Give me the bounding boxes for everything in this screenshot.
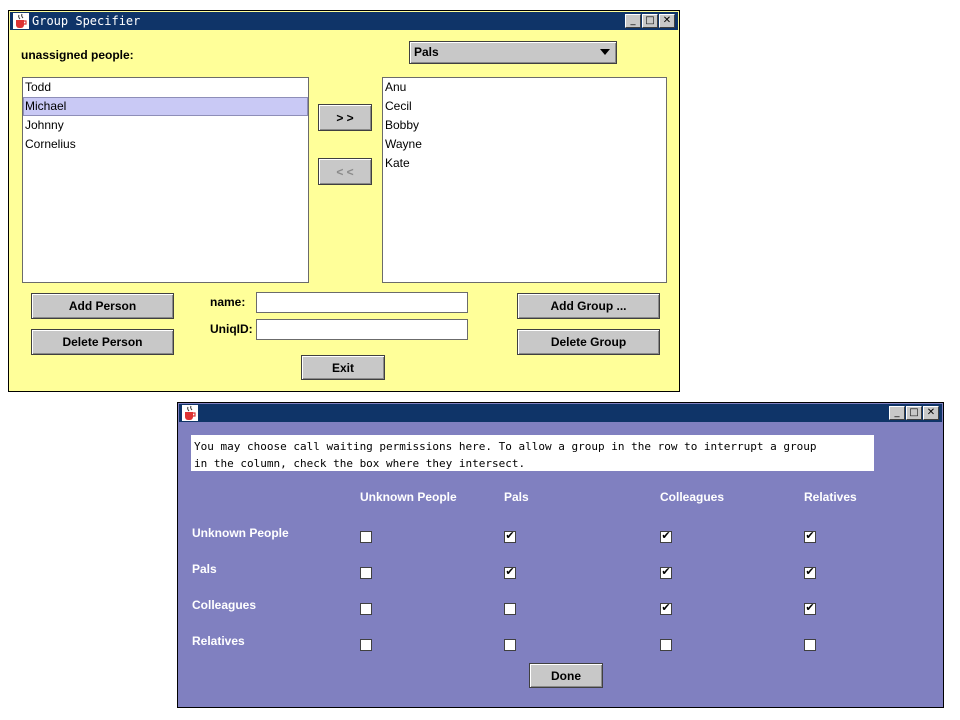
checkmark-icon: ✔ [661, 601, 671, 614]
permission-checkbox[interactable] [504, 603, 516, 615]
name-label: name: [210, 295, 246, 309]
window-title: Group Specifier [32, 14, 141, 28]
minimize-button[interactable]: _ [889, 406, 905, 420]
group-select[interactable]: Pals [409, 41, 617, 64]
unassigned-people-list[interactable]: Todd Michael Johnny Cornelius [22, 77, 309, 283]
permission-checkbox[interactable] [804, 639, 816, 651]
permissions-window: _ □ ✕ You may choose call waiting permis… [177, 402, 944, 708]
list-item[interactable]: Todd [23, 78, 308, 97]
list-item[interactable]: Cornelius [23, 135, 308, 154]
column-header-colleagues: Colleagues [660, 490, 725, 504]
permission-checkbox[interactable]: ✔ [504, 529, 516, 543]
permission-checkbox[interactable] [360, 567, 372, 579]
group-select-value: Pals [414, 45, 439, 59]
permission-checkbox[interactable] [360, 531, 372, 543]
list-item[interactable]: Kate [383, 154, 666, 173]
maximize-button[interactable]: □ [906, 406, 922, 420]
exit-button[interactable]: Exit [301, 355, 385, 380]
group-members-list[interactable]: Anu Cecil Bobby Wayne Kate [382, 77, 667, 283]
uniqid-field[interactable] [256, 319, 468, 340]
instructions-text: You may choose call waiting permissions … [191, 435, 874, 471]
chevron-down-icon [600, 49, 610, 55]
add-group-button[interactable]: Add Group ... [517, 293, 660, 319]
permission-checkbox[interactable] [504, 639, 516, 651]
instructions-line-2: in the column, check the box where they … [194, 457, 526, 470]
column-header-relatives: Relatives [804, 490, 857, 504]
permission-checkbox[interactable] [360, 603, 372, 615]
permission-checkbox[interactable]: ✔ [804, 529, 816, 543]
checkmark-icon: ✔ [505, 529, 515, 542]
done-button[interactable]: Done [529, 663, 603, 688]
row-label-unknown-people: Unknown People [192, 526, 289, 540]
close-button[interactable]: ✕ [659, 14, 675, 28]
checkmark-icon: ✔ [805, 601, 815, 614]
permission-checkbox[interactable] [660, 639, 672, 651]
row-label-colleagues: Colleagues [192, 598, 257, 612]
checkmark-icon: ✔ [661, 565, 671, 578]
add-person-button[interactable]: Add Person [31, 293, 174, 319]
title-bar[interactable]: _ □ ✕ [179, 404, 942, 422]
permission-checkbox[interactable]: ✔ [804, 565, 816, 579]
list-item[interactable]: Anu [383, 78, 666, 97]
java-cup-icon [13, 13, 29, 29]
group-specifier-window: Group Specifier _ □ ✕ unassigned people:… [8, 10, 680, 392]
permission-checkbox[interactable] [360, 639, 372, 651]
list-item-selected[interactable]: Michael [23, 97, 308, 116]
uniqid-label: UniqID: [210, 322, 253, 336]
java-cup-icon [182, 405, 198, 421]
name-field[interactable] [256, 292, 468, 313]
delete-person-button[interactable]: Delete Person [31, 329, 174, 355]
list-item[interactable]: Wayne [383, 135, 666, 154]
checkmark-icon: ✔ [805, 529, 815, 542]
instructions-line-1: You may choose call waiting permissions … [194, 440, 817, 453]
permission-checkbox[interactable]: ✔ [504, 565, 516, 579]
checkmark-icon: ✔ [805, 565, 815, 578]
list-item[interactable]: Johnny [23, 116, 308, 135]
list-item[interactable]: Bobby [383, 116, 666, 135]
checkmark-icon: ✔ [505, 565, 515, 578]
list-item[interactable]: Cecil [383, 97, 666, 116]
move-right-button[interactable]: > > [318, 104, 372, 131]
permission-checkbox[interactable]: ✔ [804, 601, 816, 615]
column-header-pals: Pals [504, 490, 529, 504]
minimize-button[interactable]: _ [625, 14, 641, 28]
move-left-button[interactable]: < < [318, 158, 372, 185]
column-header-unknown-people: Unknown People [360, 490, 457, 504]
permission-checkbox[interactable]: ✔ [660, 601, 672, 615]
unassigned-people-label: unassigned people: [21, 48, 134, 62]
row-label-relatives: Relatives [192, 634, 245, 648]
permission-checkbox[interactable]: ✔ [660, 565, 672, 579]
delete-group-button[interactable]: Delete Group [517, 329, 660, 355]
title-bar[interactable]: Group Specifier _ □ ✕ [10, 12, 678, 30]
row-label-pals: Pals [192, 562, 217, 576]
maximize-button[interactable]: □ [642, 14, 658, 28]
permission-checkbox[interactable]: ✔ [660, 529, 672, 543]
close-button[interactable]: ✕ [923, 406, 939, 420]
checkmark-icon: ✔ [661, 529, 671, 542]
